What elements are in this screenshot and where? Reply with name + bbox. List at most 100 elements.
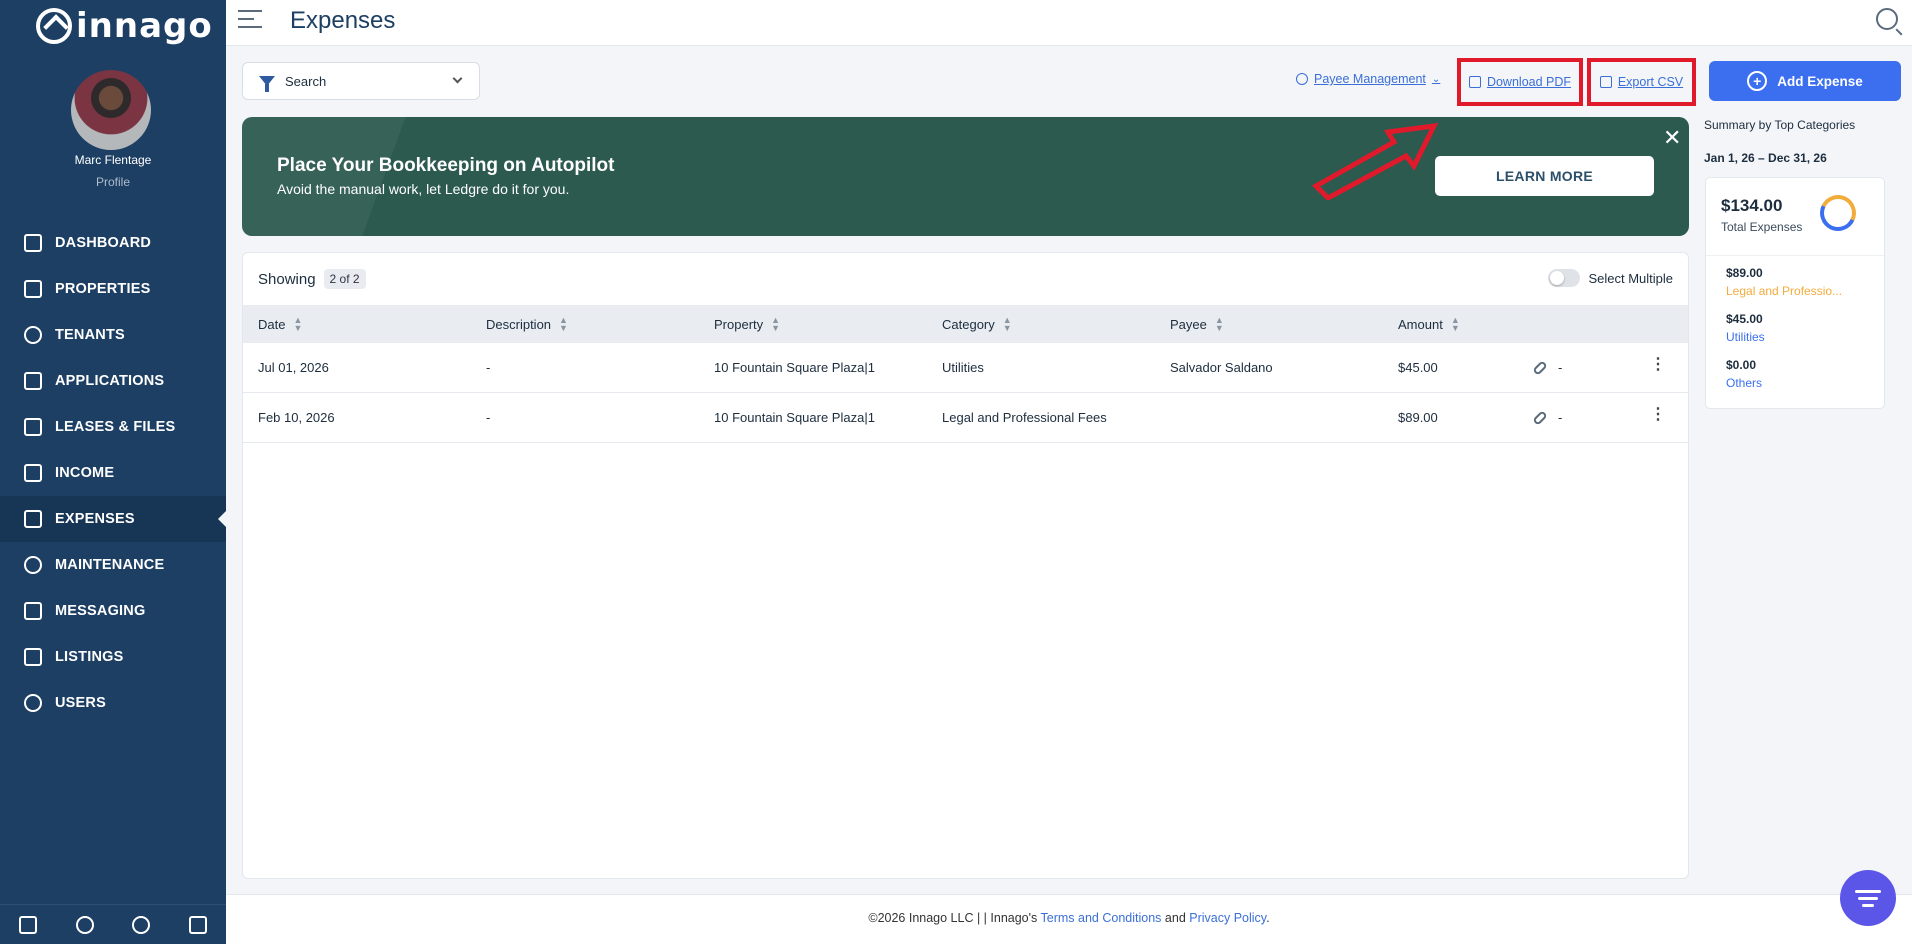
table-row[interactable]: Feb 10, 2026 - 10 Fountain Square Plaza|… bbox=[243, 393, 1688, 443]
chevron-down-icon: ⌄ bbox=[1431, 73, 1441, 85]
sidebar-item-dashboard[interactable]: DASHBOARD bbox=[0, 220, 226, 266]
sidebar-item-expenses[interactable]: EXPENSES bbox=[0, 496, 226, 542]
select-multiple-label: Select Multiple bbox=[1588, 270, 1673, 286]
sort-icon: ▲ ▼ bbox=[559, 315, 568, 333]
download-icon bbox=[1468, 76, 1481, 88]
search-label: Search bbox=[285, 73, 327, 89]
brand-name: innago bbox=[76, 6, 213, 46]
column-label: Date bbox=[258, 317, 286, 332]
footer-copyright: ©2026 Innago LLC | | Innago's bbox=[868, 911, 1038, 925]
profile-link[interactable]: Profile bbox=[0, 175, 226, 189]
cell-date: Jul 01, 2026 bbox=[258, 360, 329, 375]
cell-property: 10 Fountain Square Plaza|1 bbox=[714, 410, 875, 425]
listing-icon bbox=[24, 648, 42, 666]
showing-count: Showing 2 of 2 bbox=[258, 269, 366, 289]
cell-payee: Salvador Saldano bbox=[1170, 360, 1273, 375]
payee-management-dropdown[interactable]: Payee Management ⌄ bbox=[1296, 72, 1440, 86]
home-logo-icon bbox=[36, 8, 72, 44]
chat-icon[interactable] bbox=[1840, 870, 1896, 926]
sidebar-footer bbox=[0, 904, 226, 944]
column-category[interactable]: Category ▲ ▼ bbox=[942, 316, 1012, 332]
add-expense-button[interactable]: + Add Expense bbox=[1709, 61, 1901, 101]
link-icon[interactable] bbox=[1532, 410, 1548, 426]
column-label: Description bbox=[486, 317, 552, 332]
filter-icon bbox=[259, 76, 275, 92]
sidebar-item-properties[interactable]: PROPERTIES bbox=[0, 266, 226, 312]
sidebar-item-users[interactable]: USERS bbox=[0, 680, 226, 726]
column-label: Payee bbox=[1170, 317, 1207, 332]
more-options-icon[interactable]: ⋮ bbox=[1650, 357, 1666, 373]
gear-icon[interactable] bbox=[75, 915, 94, 934]
summary-item-amount: $45.00 bbox=[1726, 312, 1763, 326]
export-csv-button[interactable]: Export CSV bbox=[1587, 58, 1696, 106]
search-filter-select[interactable]: Search bbox=[242, 62, 480, 100]
cell-amount: $89.00 bbox=[1398, 410, 1438, 425]
income-icon bbox=[24, 464, 42, 482]
table-row[interactable]: Jul 01, 2026 - 10 Fountain Square Plaza|… bbox=[243, 343, 1688, 393]
logout-icon[interactable] bbox=[188, 915, 207, 934]
people-icon bbox=[24, 326, 42, 344]
cell-category: Legal and Professional Fees bbox=[942, 410, 1107, 425]
sidebar-item-income[interactable]: INCOME bbox=[0, 450, 226, 496]
column-description[interactable]: Description ▲ ▼ bbox=[486, 315, 568, 333]
expenses-table-card: Showing 2 of 2 Select Multiple Date ▲ ▼ De… bbox=[242, 252, 1689, 879]
list-icon[interactable] bbox=[19, 915, 38, 934]
donut-chart-icon bbox=[1814, 189, 1862, 237]
cell-attachment: - bbox=[1558, 410, 1563, 425]
message-icon bbox=[24, 602, 42, 620]
download-pdf-button[interactable]: Download PDF bbox=[1457, 58, 1583, 106]
user-settings-icon[interactable] bbox=[132, 915, 151, 934]
plus-icon: + bbox=[1747, 71, 1768, 91]
summary-date-range: Jan 1, 26 – Dec 31, 26 bbox=[1704, 151, 1827, 165]
sidebar-item-label: MAINTENANCE bbox=[55, 557, 165, 573]
summary-item-amount: $89.00 bbox=[1726, 266, 1763, 280]
terms-link[interactable]: Terms and Conditions bbox=[1041, 911, 1162, 925]
avatar[interactable] bbox=[71, 70, 151, 150]
sidebar-item-applications[interactable]: APPLICATIONS bbox=[0, 358, 226, 404]
sidebar-item-messaging[interactable]: MESSAGING bbox=[0, 588, 226, 634]
sidebar-item-maintenance[interactable]: MAINTENANCE bbox=[0, 542, 226, 588]
summary-item: $0.00 Others bbox=[1726, 358, 1762, 390]
cell-amount: $45.00 bbox=[1398, 360, 1438, 375]
download-pdf-label: Download PDF bbox=[1486, 75, 1572, 89]
column-amount[interactable]: Amount ▲ ▼ bbox=[1398, 316, 1460, 332]
dashboard-icon bbox=[24, 234, 42, 252]
more-options-icon[interactable]: ⋮ bbox=[1650, 407, 1666, 423]
column-date[interactable]: Date ▲ ▼ bbox=[258, 316, 302, 332]
sidebar-item-listings[interactable]: LISTINGS bbox=[0, 634, 226, 680]
building-icon bbox=[24, 280, 42, 298]
sidebar-item-tenants[interactable]: TENANTS bbox=[0, 312, 226, 358]
banner-title: Place Your Bookkeeping on Autopilot bbox=[277, 155, 615, 176]
learn-more-button[interactable]: LEARN MORE bbox=[1435, 156, 1654, 196]
search-icon[interactable] bbox=[1876, 8, 1898, 30]
sidebar-item-leases-files[interactable]: LEASES & FILES bbox=[0, 404, 226, 450]
sidebar-item-label: LEASES & FILES bbox=[55, 419, 176, 435]
hamburger-menu-icon[interactable] bbox=[238, 10, 262, 30]
innago-logo[interactable]: innago bbox=[36, 6, 213, 46]
user-icon bbox=[24, 694, 42, 712]
top-bar: Expenses bbox=[226, 0, 1912, 46]
select-multiple-toggle[interactable]: Select Multiple bbox=[1548, 269, 1673, 287]
toggle-switch[interactable] bbox=[1548, 269, 1581, 287]
column-payee[interactable]: Payee ▲ ▼ bbox=[1170, 316, 1224, 332]
banner-subtitle: Avoid the manual work, let Ledgre do it … bbox=[277, 181, 570, 197]
link-icon[interactable] bbox=[1532, 360, 1548, 376]
page-title: Expenses bbox=[290, 7, 396, 34]
sidebar-item-label: LISTINGS bbox=[55, 649, 124, 665]
total-amount: $134.00 bbox=[1721, 196, 1783, 215]
export-csv-label: Export CSV bbox=[1617, 75, 1684, 89]
column-property[interactable]: Property ▲ ▼ bbox=[714, 316, 780, 332]
summary-title: Summary by Top Categories bbox=[1704, 118, 1856, 132]
showing-label: Showing bbox=[258, 270, 316, 288]
close-icon[interactable]: ✕ bbox=[1663, 125, 1681, 151]
column-label: Amount bbox=[1398, 317, 1443, 332]
sidebar-nav: DASHBOARD PROPERTIES TENANTS APPLICATION… bbox=[0, 220, 226, 726]
column-label: Property bbox=[714, 317, 764, 332]
annotation-arrow bbox=[1311, 122, 1439, 200]
footer-and: and bbox=[1164, 911, 1186, 925]
sidebar-item-label: TENANTS bbox=[55, 327, 125, 343]
privacy-link[interactable]: Privacy Policy bbox=[1189, 911, 1266, 925]
footer: ©2026 Innago LLC | | Innago's Terms and … bbox=[226, 894, 1912, 944]
application-icon bbox=[24, 372, 42, 390]
summary-item: $89.00 Legal and Professio... bbox=[1726, 266, 1842, 298]
